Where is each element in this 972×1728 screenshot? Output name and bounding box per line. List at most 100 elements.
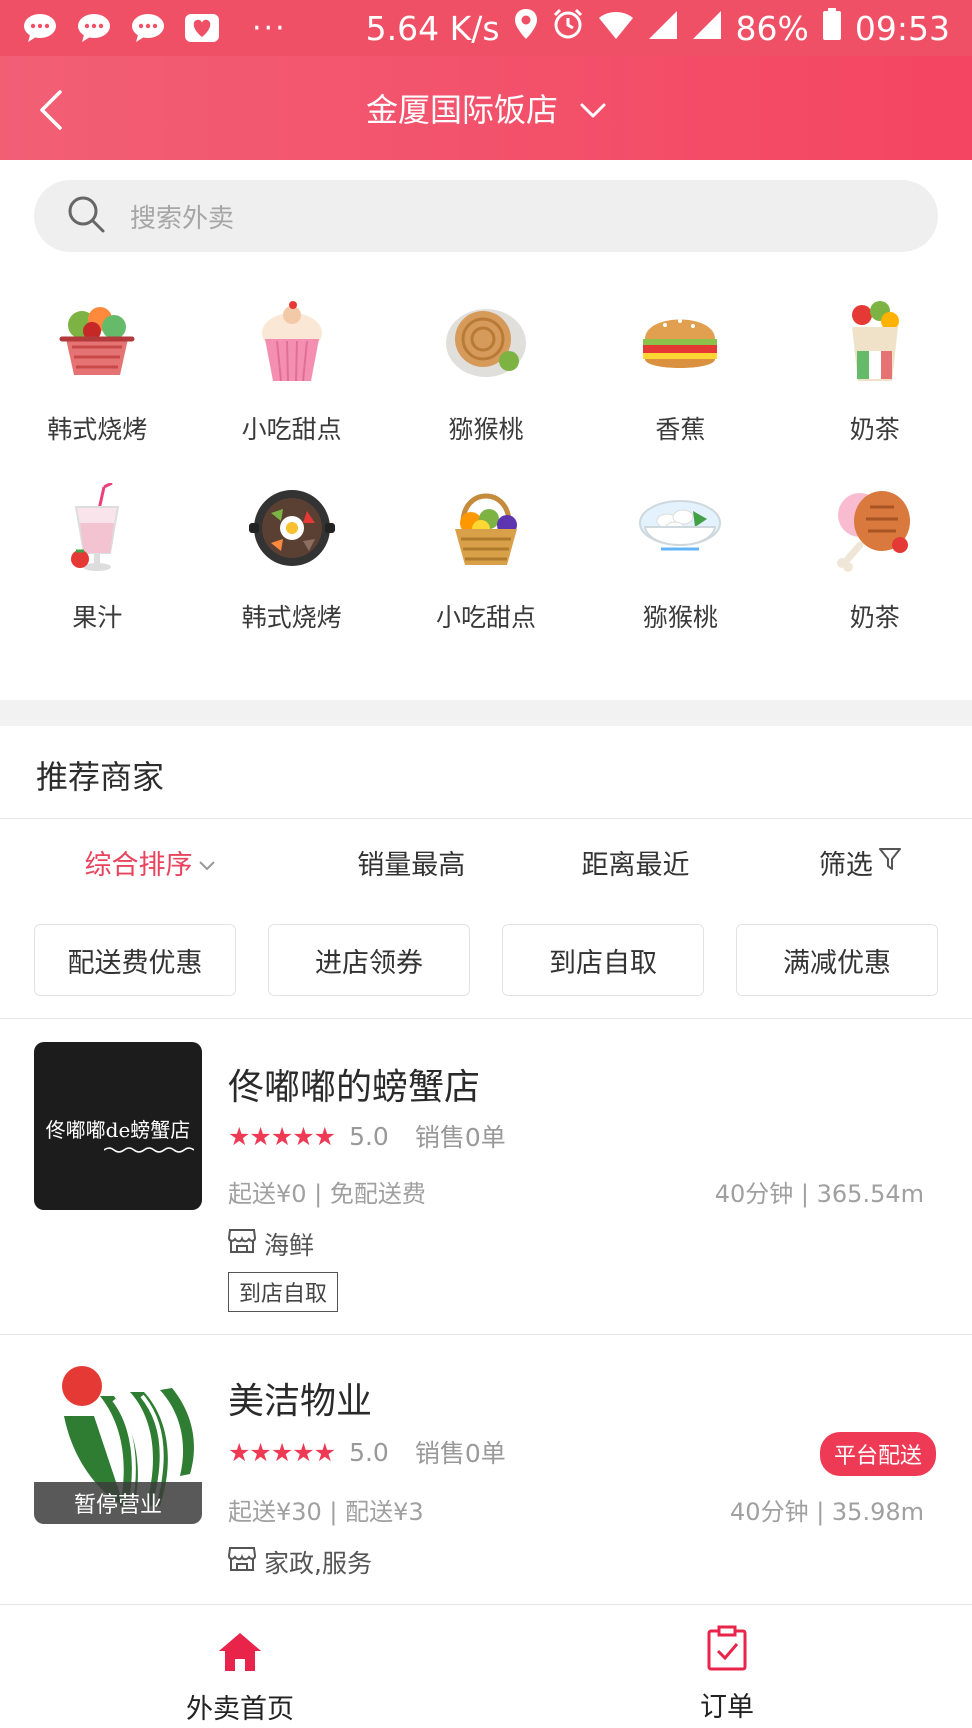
bottom-nav: 外卖首页 订单: [0, 1604, 972, 1728]
eta-distance: 40分钟 | 365.54m: [714, 1180, 924, 1208]
category-item[interactable]: 果汁: [0, 480, 194, 668]
alarm-icon: [552, 8, 584, 48]
shop-category: 海鲜: [227, 1226, 315, 1262]
shop-logo-text: 佟嘟嘟de螃蟹店: [45, 1118, 191, 1142]
veg-basket-icon: [49, 292, 145, 388]
category-label: 韩式烧烤: [47, 415, 148, 444]
category-label: 小吃甜点: [241, 415, 342, 444]
section-title: 推荐商家: [36, 758, 165, 796]
category-item[interactable]: 奶茶: [778, 480, 972, 668]
category-label: 小吃甜点: [435, 603, 536, 632]
drumstick-icon: [827, 480, 923, 576]
chip-self-pickup[interactable]: 到店自取: [502, 924, 704, 996]
more-notifications-indicator: ···: [252, 10, 287, 46]
closed-label: 暂停营业: [34, 1482, 202, 1524]
shop-name: 佟嘟嘟的螃蟹店: [228, 1067, 481, 1108]
store-icon: [227, 1546, 257, 1578]
shop-rating: ★★★★★ 5.0 销售0单: [228, 1434, 506, 1470]
sort-tab-label: 销量最高: [357, 849, 466, 881]
sort-tab-filter[interactable]: 筛选: [748, 832, 972, 892]
platform-delivery-badge: 平台配送: [819, 1432, 936, 1476]
shop-card[interactable]: 暂停营业 美洁物业 ★★★★★ 5.0 销售0单 平台配送 起送¥30 | 配送…: [0, 1356, 972, 1596]
shop-category: 家政,服务: [227, 1544, 372, 1580]
category-grid: 韩式烧烤 小吃甜点 猕猴桃 香蕉 奶茶 果汁 韩式烧烤 小吃甜点 猕猴桃 奶茶: [0, 292, 972, 668]
sort-tab-label: 筛选: [818, 849, 873, 881]
shop-card[interactable]: 佟嘟嘟de螃蟹店 佟嘟嘟的螃蟹店 ★★★★★ 5.0 销售0单 起送¥0 | 免…: [0, 1040, 972, 1330]
search-input[interactable]: 搜索外卖: [34, 180, 938, 252]
star-rating-icon: ★★★★★: [228, 1121, 336, 1151]
category-label: 奶茶: [849, 603, 900, 632]
chip-full-reduction[interactable]: 满减优惠: [736, 924, 938, 996]
app-header: 金厦国际饭店: [0, 56, 972, 160]
app-notification-icon: [184, 13, 220, 43]
category-label: 奶茶: [849, 415, 900, 444]
message-icon: [76, 13, 112, 43]
shop-rating: ★★★★★ 5.0 销售0单: [228, 1118, 506, 1154]
category-label: 猕猴桃: [448, 415, 524, 444]
shop-logo: 佟嘟嘟de螃蟹店: [34, 1042, 202, 1210]
smoothie-icon: [49, 480, 145, 576]
shop-name: 美洁物业: [228, 1381, 373, 1422]
pickup-badge: 到店自取: [228, 1272, 339, 1312]
category-label: 猕猴桃: [642, 603, 718, 632]
battery-percent: 86%: [735, 8, 809, 48]
network-speed: 5.64 K/s: [365, 8, 500, 48]
clock: 09:53: [854, 8, 950, 48]
message-icon: [22, 13, 58, 43]
search-placeholder: 搜索外卖: [130, 203, 235, 234]
chip-delivery-discount[interactable]: 配送费优惠: [34, 924, 236, 996]
sales-count: 销售0单: [414, 1123, 506, 1152]
shop-category-label: 家政,服务: [264, 1549, 372, 1578]
min-order-info: 起送¥0 | 免配送费: [228, 1180, 426, 1208]
category-label: 韩式烧烤: [241, 603, 342, 632]
sort-tab-distance[interactable]: 距离最近: [523, 832, 747, 892]
store-icon: [227, 1228, 257, 1260]
filter-icon: [878, 847, 901, 878]
wifi-icon: [598, 9, 634, 48]
pancake-icon: [438, 292, 534, 388]
divider: [0, 1018, 972, 1019]
bibimbap-icon: [244, 480, 340, 576]
category-item[interactable]: 小吃甜点: [389, 480, 583, 668]
nav-orders[interactable]: 订单: [700, 1625, 754, 1724]
rating-score: 5.0: [349, 1121, 389, 1151]
min-order-info: 起送¥30 | 配送¥3: [228, 1498, 424, 1526]
shop-category-label: 海鲜: [264, 1231, 315, 1260]
back-arrow-icon[interactable]: [34, 88, 70, 132]
nav-home[interactable]: 外卖首页: [186, 1631, 294, 1726]
category-item[interactable]: 小吃甜点: [194, 292, 388, 480]
store-selector[interactable]: 金厦国际饭店: [366, 85, 606, 131]
rating-score: 5.0: [349, 1437, 389, 1467]
sort-tab-sales[interactable]: 销量最高: [299, 832, 523, 892]
star-rating-icon: ★★★★★: [228, 1437, 336, 1467]
category-label: 果汁: [72, 603, 123, 632]
location-icon: [514, 8, 538, 48]
nav-label: 外卖首页: [186, 1694, 294, 1725]
category-item[interactable]: 猕猴桃: [583, 480, 777, 668]
category-item[interactable]: 香蕉: [583, 292, 777, 480]
cupcake-icon: [244, 292, 340, 388]
battery-icon: [822, 8, 841, 48]
nav-label: 订单: [700, 1692, 754, 1723]
clipboard-check-icon: [706, 1625, 748, 1675]
section-separator: [0, 700, 972, 726]
category-item[interactable]: 猕猴桃: [389, 292, 583, 480]
eta-distance: 40分钟 | 35.98m: [730, 1498, 924, 1526]
sort-tab-label: 综合排序: [84, 849, 193, 881]
message-icon: [130, 13, 166, 43]
sort-tab-label: 距离最近: [581, 849, 690, 881]
chip-coupon[interactable]: 进店领券: [268, 924, 470, 996]
status-bar: ··· 5.64 K/s 86% 09:53: [0, 0, 972, 56]
category-item[interactable]: 韩式烧烤: [194, 480, 388, 668]
page-title: 金厦国际饭店: [365, 91, 558, 129]
divider: [0, 818, 972, 819]
sort-tabs: 综合排序 销量最高 距离最近 筛选: [0, 832, 972, 892]
sales-count: 销售0单: [414, 1439, 506, 1468]
chevron-down-icon: [580, 89, 606, 127]
category-label: 香蕉: [655, 415, 706, 444]
category-item[interactable]: 奶茶: [778, 292, 972, 480]
sort-tab-comprehensive[interactable]: 综合排序: [0, 832, 299, 892]
noodle-bowl-icon: [632, 480, 728, 576]
shop-logo: 暂停营业: [34, 1356, 202, 1524]
category-item[interactable]: 韩式烧烤: [0, 292, 194, 480]
